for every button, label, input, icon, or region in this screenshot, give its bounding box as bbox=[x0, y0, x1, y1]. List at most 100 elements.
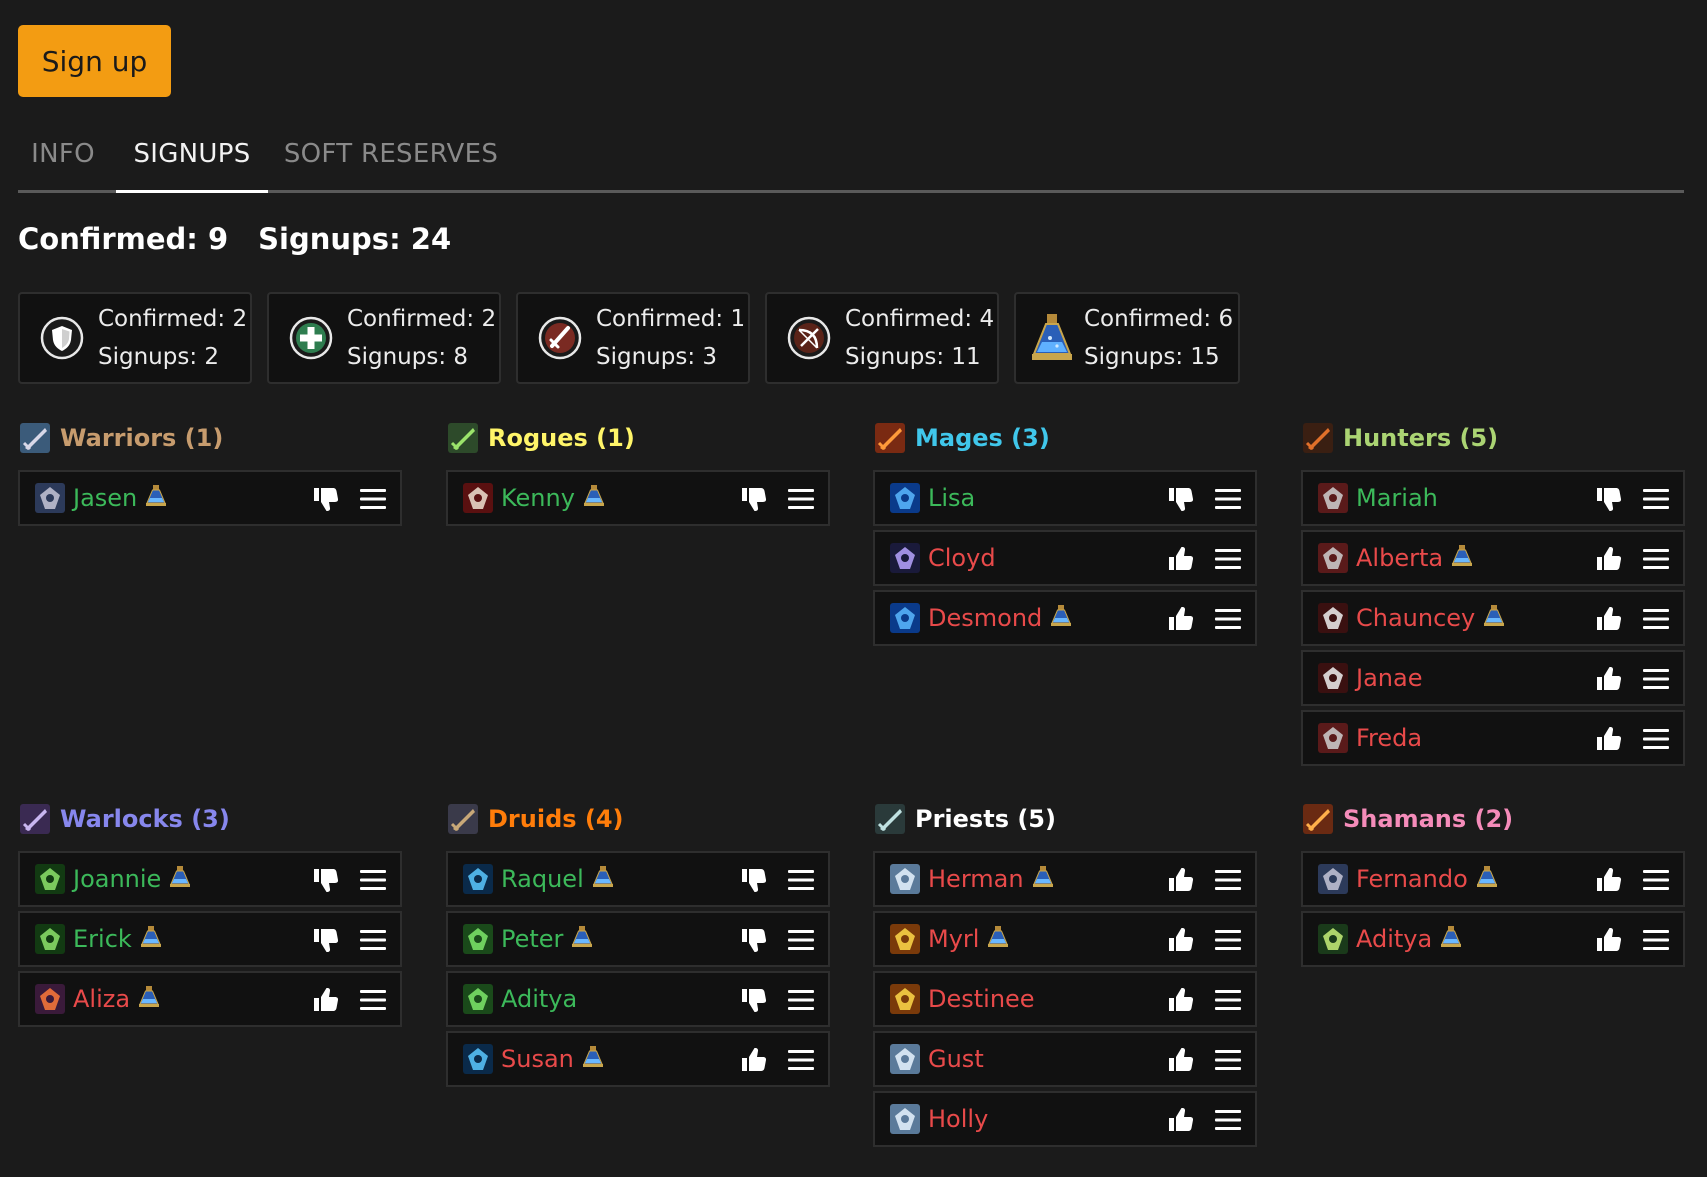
role-signups-count: Signups: 8 bbox=[347, 344, 469, 370]
player-name[interactable]: Gust bbox=[928, 1045, 984, 1073]
hamburger-menu-icon[interactable] bbox=[1213, 986, 1243, 1014]
thumbs-up-icon[interactable] bbox=[740, 1046, 768, 1074]
tab-soft-reserves[interactable]: SOFT RESERVES bbox=[276, 118, 506, 190]
thumbs-down-icon[interactable] bbox=[740, 986, 768, 1014]
player-name[interactable]: Joannie bbox=[73, 865, 161, 893]
hamburger-menu-icon[interactable] bbox=[1213, 485, 1243, 513]
thumbs-up-icon[interactable] bbox=[1167, 605, 1195, 633]
tab-info[interactable]: INFO bbox=[18, 118, 108, 190]
player-name[interactable]: Raquel bbox=[501, 865, 584, 893]
flask-icon bbox=[1024, 865, 1054, 893]
thumbs-up-icon[interactable] bbox=[1167, 545, 1195, 573]
hamburger-menu-icon[interactable] bbox=[358, 986, 388, 1014]
thumbs-up-icon[interactable] bbox=[1167, 986, 1195, 1014]
thumbs-up-icon[interactable] bbox=[1595, 545, 1623, 573]
hamburger-menu-icon[interactable] bbox=[1641, 725, 1671, 753]
player-name[interactable]: Jasen bbox=[73, 484, 137, 512]
role-confirmed-count: Confirmed: 1 bbox=[596, 306, 746, 332]
hamburger-menu-icon[interactable] bbox=[786, 986, 816, 1014]
arcane-spec-icon bbox=[890, 483, 920, 513]
flask-icon bbox=[584, 865, 614, 893]
thumbs-up-icon[interactable] bbox=[1167, 1106, 1195, 1134]
hamburger-menu-icon[interactable] bbox=[1213, 1046, 1243, 1074]
player-name[interactable]: Mariah bbox=[1356, 484, 1438, 512]
player-name[interactable]: Lisa bbox=[928, 484, 975, 512]
thumbs-down-icon[interactable] bbox=[312, 485, 340, 513]
hamburger-menu-icon[interactable] bbox=[1641, 545, 1671, 573]
role-signups-count: Signups: 2 bbox=[98, 344, 220, 370]
flask-icon bbox=[1475, 604, 1505, 632]
player-name[interactable]: Erick bbox=[73, 925, 132, 953]
thumbs-up-icon[interactable] bbox=[1595, 665, 1623, 693]
thumbs-down-icon[interactable] bbox=[312, 866, 340, 894]
player-name[interactable]: Desmond bbox=[928, 604, 1042, 632]
hamburger-menu-icon[interactable] bbox=[1641, 485, 1671, 513]
hamburger-menu-icon[interactable] bbox=[1641, 866, 1671, 894]
hamburger-menu-icon[interactable] bbox=[1213, 926, 1243, 954]
player-row: Raquel bbox=[446, 851, 830, 907]
hamburger-menu-icon[interactable] bbox=[786, 485, 816, 513]
hamburger-menu-icon[interactable] bbox=[358, 926, 388, 954]
hamburger-menu-icon[interactable] bbox=[786, 1046, 816, 1074]
thumbs-down-icon[interactable] bbox=[740, 926, 768, 954]
player-name[interactable]: Janae bbox=[1356, 664, 1422, 692]
player-row: Aliza bbox=[18, 971, 402, 1027]
hamburger-menu-icon[interactable] bbox=[358, 485, 388, 513]
frost-spec-icon bbox=[890, 543, 920, 573]
thumbs-up-icon[interactable] bbox=[312, 986, 340, 1014]
role-summary-healer: Confirmed: 2 Signups: 8 bbox=[267, 292, 501, 384]
tab-signups[interactable]: SIGNUPS bbox=[116, 118, 268, 193]
druid-paw-icon bbox=[448, 804, 478, 834]
player-name[interactable]: Alberta bbox=[1356, 544, 1443, 572]
thumbs-down-icon[interactable] bbox=[1595, 485, 1623, 513]
class-title: Warriors (1) bbox=[60, 424, 224, 452]
totals-summary: Confirmed: 9 Signups: 24 bbox=[18, 222, 451, 256]
player-name[interactable]: Destinee bbox=[928, 985, 1035, 1013]
hamburger-menu-icon[interactable] bbox=[1641, 665, 1671, 693]
hamburger-menu-icon[interactable] bbox=[786, 926, 816, 954]
thumbs-up-icon[interactable] bbox=[1595, 926, 1623, 954]
thumbs-up-icon[interactable] bbox=[1595, 725, 1623, 753]
player-name[interactable]: Aliza bbox=[73, 985, 130, 1013]
player-name[interactable]: Susan bbox=[501, 1045, 574, 1073]
role-summary-melee: Confirmed: 1 Signups: 3 bbox=[516, 292, 750, 384]
player-name[interactable]: Herman bbox=[928, 865, 1024, 893]
player-name[interactable]: Fernando bbox=[1356, 865, 1468, 893]
thumbs-up-icon[interactable] bbox=[1167, 1046, 1195, 1074]
hamburger-menu-icon[interactable] bbox=[1213, 1106, 1243, 1134]
player-name[interactable]: Chauncey bbox=[1356, 604, 1475, 632]
player-name[interactable]: Cloyd bbox=[928, 544, 996, 572]
player-name[interactable]: Freda bbox=[1356, 724, 1422, 752]
hamburger-menu-icon[interactable] bbox=[1641, 926, 1671, 954]
class-column: Warlocks (3) Joannie Erick Aliza bbox=[18, 799, 402, 1031]
hamburger-menu-icon[interactable] bbox=[1213, 545, 1243, 573]
thumbs-up-icon[interactable] bbox=[1167, 866, 1195, 894]
thumbs-down-icon[interactable] bbox=[312, 926, 340, 954]
thumbs-up-icon[interactable] bbox=[1167, 926, 1195, 954]
hunter-bow-icon bbox=[1303, 423, 1333, 453]
thumbs-up-icon[interactable] bbox=[1595, 866, 1623, 894]
player-name[interactable]: Aditya bbox=[1356, 925, 1432, 953]
player-row: Fernando bbox=[1301, 851, 1685, 907]
hamburger-menu-icon[interactable] bbox=[786, 866, 816, 894]
ranged-bow-icon bbox=[787, 316, 831, 360]
thumbs-down-icon[interactable] bbox=[740, 866, 768, 894]
player-name[interactable]: Aditya bbox=[501, 985, 577, 1013]
role-signups-count: Signups: 15 bbox=[1084, 344, 1220, 370]
hamburger-menu-icon[interactable] bbox=[1213, 605, 1243, 633]
sign-up-button[interactable]: Sign up bbox=[18, 25, 171, 97]
hamburger-menu-icon[interactable] bbox=[1213, 866, 1243, 894]
thumbs-up-icon[interactable] bbox=[1595, 605, 1623, 633]
class-header: Warlocks (3) bbox=[18, 799, 402, 839]
flask-icon bbox=[1468, 865, 1498, 893]
player-name[interactable]: Myrl bbox=[928, 925, 979, 953]
thumbs-down-icon[interactable] bbox=[1167, 485, 1195, 513]
player-name[interactable]: Holly bbox=[928, 1105, 988, 1133]
player-name[interactable]: Peter bbox=[501, 925, 563, 953]
hamburger-menu-icon[interactable] bbox=[1641, 605, 1671, 633]
player-row: Holly bbox=[873, 1091, 1257, 1147]
player-name[interactable]: Kenny bbox=[501, 484, 575, 512]
thumbs-down-icon[interactable] bbox=[740, 485, 768, 513]
total-signups: Signups: 24 bbox=[258, 222, 452, 256]
hamburger-menu-icon[interactable] bbox=[358, 866, 388, 894]
